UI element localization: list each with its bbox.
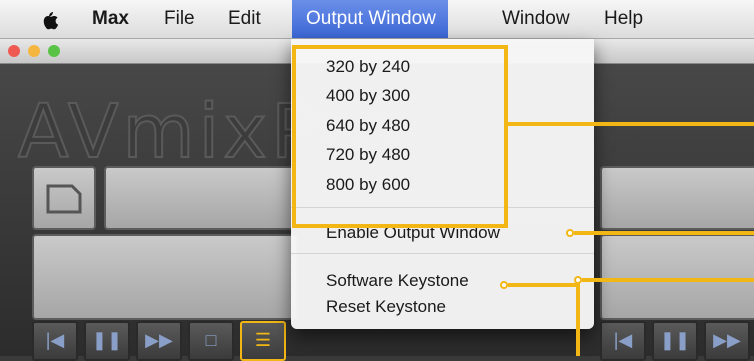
menu-item-software-keystone[interactable]: Software Keystone: [326, 271, 469, 291]
folder-icon: [46, 184, 82, 214]
menu-transport-button[interactable]: ☰: [240, 321, 286, 361]
callout-line-resolutions: [508, 122, 754, 126]
pause-button-2[interactable]: ❚❚: [652, 321, 698, 361]
callout-line-enable: [574, 231, 754, 235]
close-button[interactable]: [8, 45, 20, 57]
wide-panel: [32, 234, 298, 320]
minimize-button[interactable]: [28, 45, 40, 57]
menu-help[interactable]: Help: [604, 0, 643, 38]
callout-dot-enable: [566, 229, 574, 237]
skip-back-button[interactable]: |◀: [32, 321, 78, 361]
menu-item-reset-keystone[interactable]: Reset Keystone: [326, 297, 446, 317]
callout-line-reset-v: [576, 283, 580, 356]
callout-line-reset-h: [508, 283, 580, 287]
menu-window[interactable]: Window: [502, 0, 570, 38]
menu-max[interactable]: Max: [92, 0, 129, 38]
square-transport-button[interactable]: □: [188, 321, 234, 361]
zoom-button[interactable]: [48, 45, 60, 57]
forward-button[interactable]: ▶▶: [136, 321, 182, 361]
apple-menu-icon[interactable]: [38, 9, 60, 31]
display-field: [104, 166, 298, 230]
menu-file[interactable]: File: [164, 0, 195, 38]
menu-separator-2: [291, 253, 594, 254]
forward-button-2[interactable]: ▶▶: [704, 321, 750, 361]
menu-bar: Max File Edit Output Window Window Help: [0, 0, 754, 39]
pause-button[interactable]: ❚❚: [84, 321, 130, 361]
resolution-highlight-box: [292, 45, 508, 228]
skip-back-button-2[interactable]: |◀: [600, 321, 646, 361]
menu-output-window[interactable]: Output Window: [292, 0, 448, 38]
callout-line-software: [582, 278, 754, 282]
menu-edit[interactable]: Edit: [228, 0, 261, 38]
wide-panel-right: [600, 234, 754, 320]
callout-dot-reset: [500, 281, 508, 289]
display-field-right: [600, 166, 754, 230]
square-button[interactable]: [32, 166, 96, 230]
